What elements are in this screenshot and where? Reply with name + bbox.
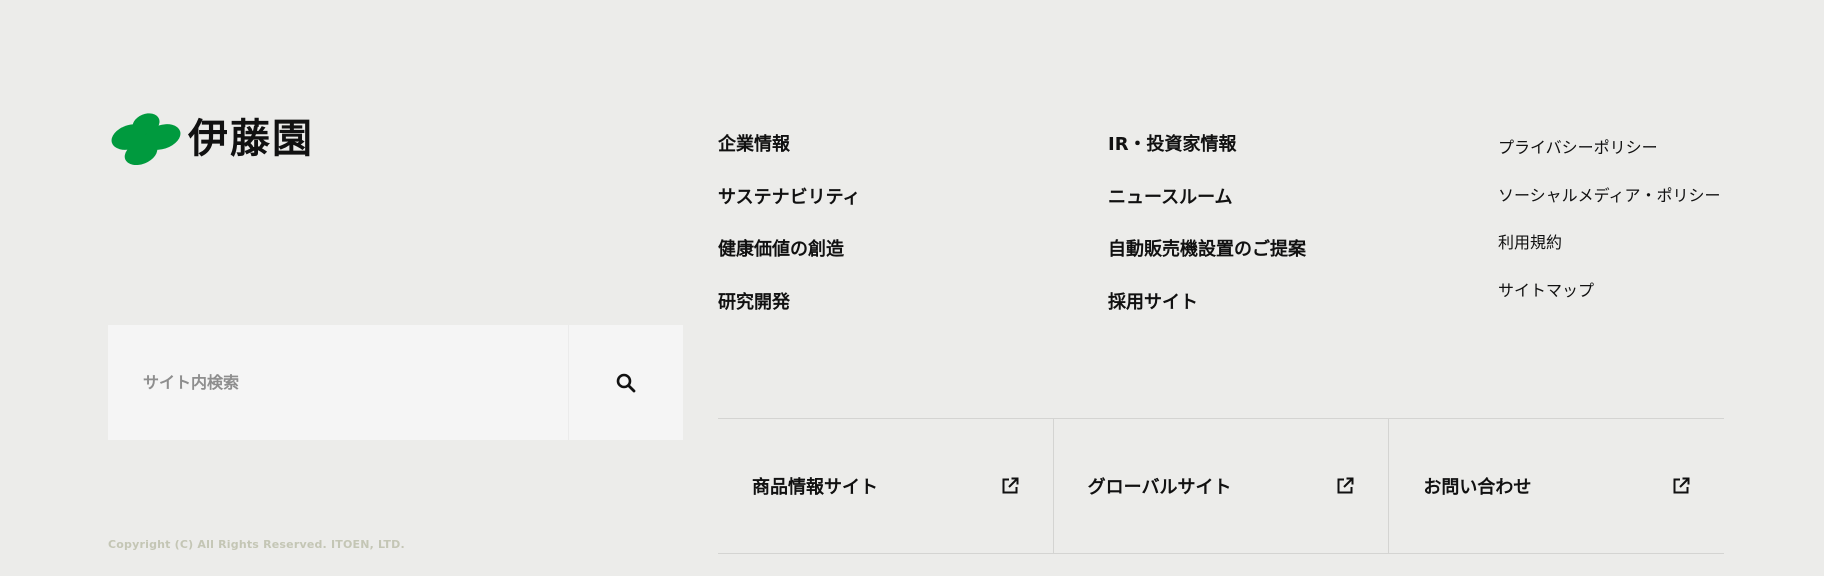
nav-link-social-media-policy[interactable]: ソーシャルメディア・ポリシー xyxy=(1498,186,1721,205)
contact-link[interactable]: お問い合わせ xyxy=(1388,419,1724,553)
search-input[interactable] xyxy=(108,325,568,440)
external-link-icon xyxy=(1337,477,1354,494)
copyright-text: Copyright (C) All Rights Reserved. ITOEN… xyxy=(108,538,405,551)
nav-link-privacy-policy[interactable]: プライバシーポリシー xyxy=(1498,138,1658,157)
nav-link-sustainability[interactable]: サステナビリティ xyxy=(718,187,861,208)
nav-link-company-info[interactable]: 企業情報 xyxy=(718,134,790,155)
product-info-site-label: 商品情報サイト xyxy=(752,477,878,498)
external-link-icon xyxy=(1002,477,1019,494)
footer-nav-policies: プライバシーポリシー ソーシャルメディア・ポリシー 利用規約 サイトマップ xyxy=(1498,134,1721,324)
brand-name: 伊藤園 xyxy=(188,115,314,162)
external-links-bar: 商品情報サイト グローバルサイト お問い合わせ xyxy=(718,418,1724,554)
nav-link-research[interactable]: 研究開発 xyxy=(718,292,790,313)
search-icon xyxy=(616,373,636,392)
nav-link-ir[interactable]: IR・投資家情報 xyxy=(1108,134,1237,155)
nav-link-terms[interactable]: 利用規約 xyxy=(1498,233,1562,252)
product-info-site-link[interactable]: 商品情報サイト xyxy=(718,419,1053,553)
nav-link-newsroom[interactable]: ニュースルーム xyxy=(1108,187,1233,208)
site-search xyxy=(108,325,683,440)
external-link-icon xyxy=(1673,477,1690,494)
nav-link-vending-machine[interactable]: 自動販売機設置のご提案 xyxy=(1108,239,1306,260)
nav-link-careers[interactable]: 採用サイト xyxy=(1108,292,1198,313)
clover-logo-icon xyxy=(111,113,181,166)
global-site-label: グローバルサイト xyxy=(1087,477,1232,498)
brand-logo[interactable]: 伊藤園 xyxy=(110,112,314,166)
footer-nav-corporate: 企業情報 サステナビリティ 健康価値の創造 研究開発 xyxy=(718,130,861,340)
footer-nav-investor: IR・投資家情報 ニュースルーム 自動販売機設置のご提案 採用サイト xyxy=(1108,130,1306,340)
search-button[interactable] xyxy=(568,325,683,440)
nav-link-sitemap[interactable]: サイトマップ xyxy=(1498,281,1594,300)
nav-link-health-value[interactable]: 健康価値の創造 xyxy=(718,239,844,260)
contact-label: お問い合わせ xyxy=(1423,477,1532,498)
global-site-link[interactable]: グローバルサイト xyxy=(1052,419,1389,553)
